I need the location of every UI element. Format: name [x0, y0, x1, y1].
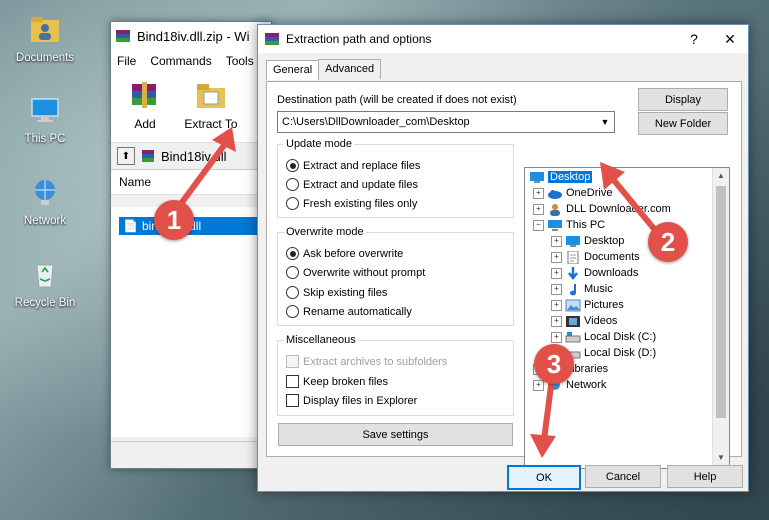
annotation-badge-2: 2 — [648, 222, 688, 262]
arrow-3-line — [541, 375, 555, 443]
arrow-3-head — [530, 434, 556, 458]
annotation-badge-3: 3 — [534, 344, 574, 384]
arrow-1-line — [177, 137, 231, 208]
annotation-arrows — [177, 127, 663, 458]
annotation-badge-1: 1 — [154, 200, 194, 240]
tab-general[interactable]: General — [266, 60, 320, 80]
